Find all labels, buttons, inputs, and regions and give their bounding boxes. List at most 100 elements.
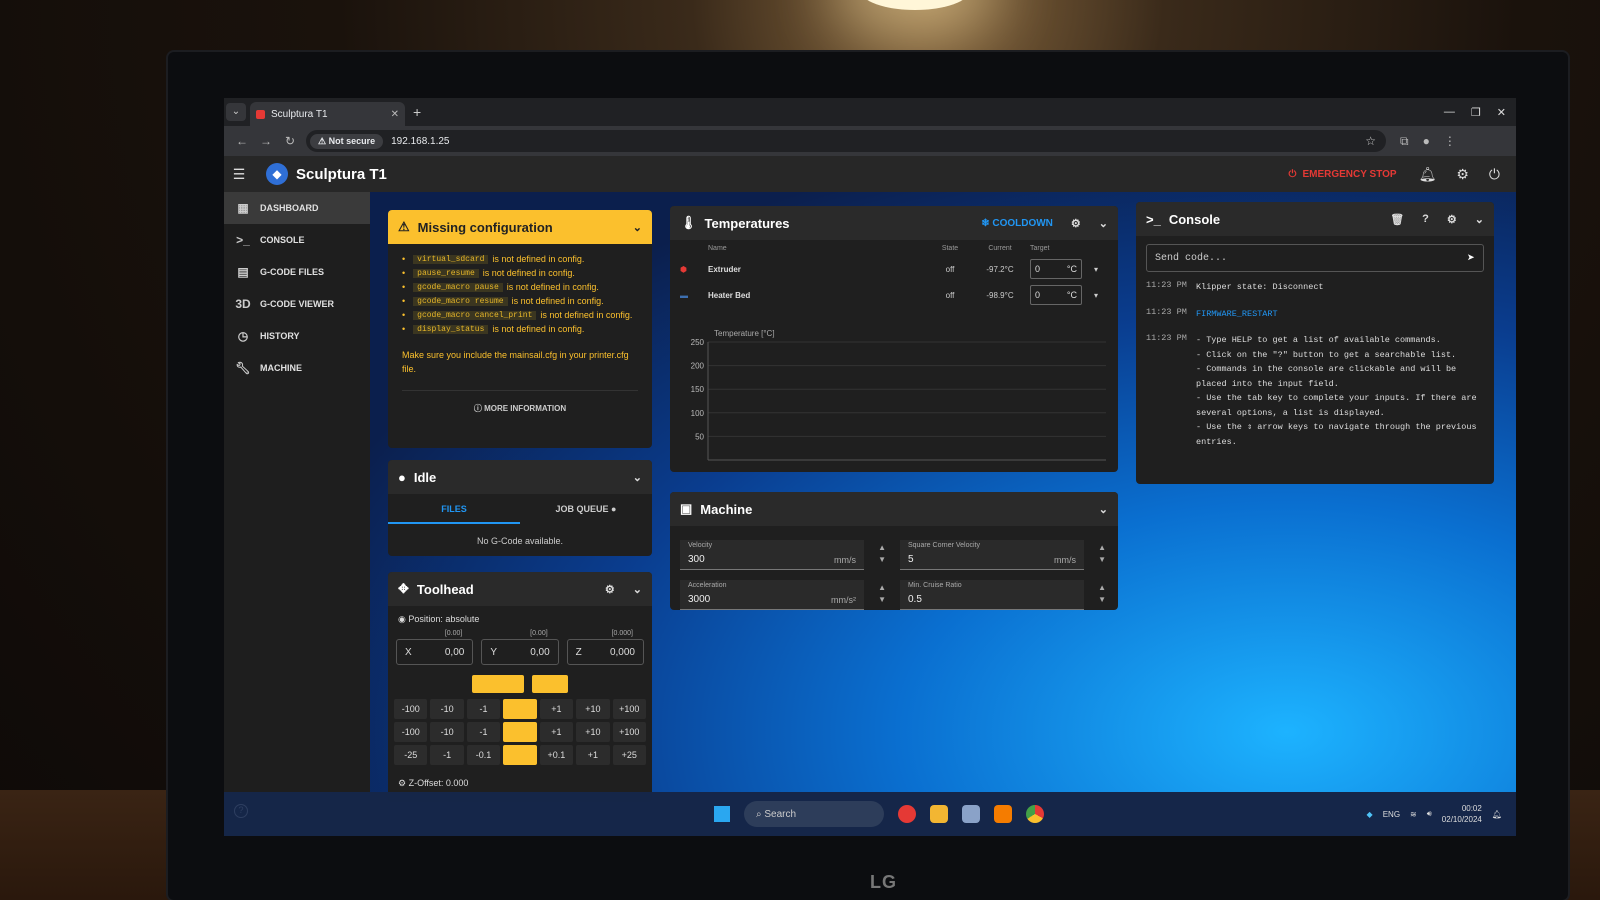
missing-config-header[interactable]: ⚠ Missing configuration ⌄ [388, 210, 652, 244]
settings-gears-icon[interactable]: ⚙ [1456, 166, 1469, 183]
status-header[interactable]: ● Idle ⌄ [388, 460, 652, 494]
tab-files[interactable]: FILES [388, 494, 520, 524]
jog-button[interactable]: +10 [576, 699, 610, 719]
tab-search-icon[interactable]: ⌄ [226, 103, 246, 121]
bookmark-star-icon[interactable]: ☆ [1365, 134, 1376, 148]
collapse-icon[interactable]: ⌄ [633, 221, 642, 234]
jog-button[interactable]: +10 [576, 722, 610, 742]
cooldown-button[interactable]: ❄ COOLDOWN [981, 218, 1053, 229]
new-tab-icon[interactable]: + [413, 104, 421, 120]
stepper-icon[interactable]: ▲ ▼ [1098, 542, 1106, 566]
heater-bed-target-input[interactable]: 0 °C [1030, 285, 1082, 305]
collapse-icon[interactable]: ⌄ [633, 471, 642, 484]
notifications-icon[interactable]: 🔔︎ [1492, 810, 1502, 819]
y-position-field[interactable]: [0.00] Y 0,00 [481, 630, 559, 665]
jog-button[interactable]: +0.1 [539, 745, 574, 765]
temperatures-header[interactable]: 🌡︎ Temperatures ❄ COOLDOWN ⚙ ⌄ [670, 206, 1118, 240]
minimize-icon[interactable]: — [1444, 106, 1455, 119]
jog-button[interactable]: +1 [539, 699, 574, 719]
clear-console-icon[interactable]: 🗑︎ [1390, 213, 1404, 226]
jog-button[interactable]: -1 [466, 699, 501, 719]
home-all-button[interactable] [472, 675, 524, 693]
stepper-icon[interactable]: ▲ ▼ [878, 542, 886, 566]
volume-icon[interactable]: 🔊︎ [1427, 809, 1432, 819]
stepper-icon[interactable]: ▲ ▼ [1098, 582, 1106, 606]
velocity-field[interactable]: Velocity 300 mm/s ▲ ▼ [680, 540, 886, 570]
jog-button[interactable]: +25 [612, 745, 646, 765]
jog-button[interactable]: -25 [394, 745, 428, 765]
close-window-icon[interactable]: ✕ [1497, 106, 1506, 119]
jog-button[interactable]: +1 [576, 745, 610, 765]
back-icon[interactable]: ← [230, 134, 254, 148]
jog-button[interactable]: -100 [394, 722, 428, 742]
not-secure-badge[interactable]: ⚠ Not secure [310, 133, 384, 149]
taskbar-clock[interactable]: 00:02 02/10/2024 [1442, 803, 1482, 825]
sidebar-item-console[interactable]: >_ CONSOLE [224, 224, 370, 256]
menu-icon[interactable]: ☰ [224, 166, 254, 183]
collapse-icon[interactable]: ⌄ [1475, 213, 1484, 226]
browser-menu-icon[interactable]: ⋮ [1444, 134, 1456, 149]
jog-button[interactable]: +100 [612, 722, 646, 742]
console-settings-icon[interactable]: ⚙ [1447, 213, 1457, 226]
machine-header[interactable]: ▣ Machine ⌄ [670, 492, 1118, 526]
notification-bell-icon[interactable]: 🔔︎ [1419, 166, 1437, 183]
home-x-button[interactable] [503, 699, 537, 719]
sidebar-item-gcode-files[interactable]: ▤ G-CODE FILES [224, 256, 370, 288]
console-line[interactable]: 11:23 PM FIRMWARE_RESTART [1136, 307, 1494, 322]
extensions-icon[interactable]: ⧉ [1400, 134, 1409, 149]
profile-icon[interactable]: ● [1423, 134, 1430, 149]
jog-button[interactable]: -1 [466, 722, 501, 742]
toolhead-settings-icon[interactable]: ⚙ [605, 583, 615, 596]
home-y-button[interactable] [503, 722, 537, 742]
media-app-icon[interactable] [898, 805, 916, 823]
forward-icon[interactable]: → [254, 134, 278, 148]
sidebar-item-history[interactable]: ◷ HISTORY [224, 320, 370, 352]
collapse-icon[interactable]: ⌄ [1099, 503, 1108, 516]
language-indicator[interactable]: ENG [1383, 810, 1400, 819]
more-information-button[interactable]: ⓘ MORE INFORMATION [402, 390, 638, 414]
sidebar-item-dashboard[interactable]: ▦ DASHBOARD [224, 192, 370, 224]
square-corner-velocity-field[interactable]: Square Corner Velocity 5 mm/s ▲ ▼ [900, 540, 1106, 570]
position-mode[interactable]: ◉ Position: absolute [388, 606, 652, 629]
jog-button[interactable]: -1 [430, 745, 464, 765]
tray-app-icon[interactable]: ◆ [1367, 810, 1373, 819]
min-cruise-ratio-field[interactable]: Min. Cruise Ratio 0.5 ▲ ▼ [900, 580, 1106, 610]
sidebar-item-gcode-viewer[interactable]: 3D G-CODE VIEWER [224, 288, 370, 320]
jog-button[interactable]: -0.1 [466, 745, 501, 765]
collapse-icon[interactable]: ⌄ [1099, 217, 1108, 230]
preset-dropdown-icon[interactable]: ▾ [1094, 291, 1108, 300]
jog-button[interactable]: +100 [612, 699, 646, 719]
toolhead-header[interactable]: ✥ Toolhead ⚙ ⌄ [388, 572, 652, 606]
extruder-target-input[interactable]: 0 °C [1030, 259, 1082, 279]
x-position-field[interactable]: [0.00] X 0,00 [396, 630, 474, 665]
home-z-button[interactable] [503, 745, 537, 765]
preset-dropdown-icon[interactable]: ▾ [1094, 265, 1108, 274]
jog-button[interactable]: +1 [539, 722, 574, 742]
wifi-icon[interactable]: ≋ [1410, 810, 1417, 819]
file-explorer-icon[interactable] [930, 805, 948, 823]
send-icon[interactable]: ➤ [1467, 251, 1475, 266]
windows-start-icon[interactable] [714, 806, 730, 822]
z-position-field[interactable]: [0.000] Z 0,000 [566, 630, 644, 665]
power-icon[interactable]: ⏻ [1489, 166, 1500, 183]
app-icon[interactable] [994, 805, 1012, 823]
command-list-icon[interactable]: ? [1422, 213, 1429, 225]
browser-tab[interactable]: Sculptura T1 ✕ [250, 102, 405, 126]
tab-job-queue[interactable]: JOB QUEUE ● [520, 504, 652, 514]
chrome-icon[interactable] [1026, 805, 1044, 823]
restore-icon[interactable]: ❐ [1471, 106, 1481, 119]
console-header[interactable]: >_ Console 🗑︎ ? ⚙ ⌄ [1136, 202, 1494, 236]
console-input[interactable]: Send code... ➤ [1146, 244, 1484, 272]
tab-close-icon[interactable]: ✕ [391, 109, 399, 120]
collapse-icon[interactable]: ⌄ [633, 583, 642, 596]
temperatures-settings-icon[interactable]: ⚙ [1071, 217, 1081, 230]
emergency-stop-button[interactable]: ⏻ EMERGENCY STOP [1289, 169, 1397, 180]
jog-button[interactable]: -10 [430, 722, 464, 742]
qgl-button[interactable] [532, 675, 568, 693]
sidebar-item-machine[interactable]: 🔧︎ MACHINE [224, 352, 370, 384]
taskbar-search[interactable]: ⌕ Search [744, 801, 884, 827]
jog-button[interactable]: -10 [430, 699, 464, 719]
settings-app-icon[interactable] [962, 805, 980, 823]
jog-button[interactable]: -100 [394, 699, 428, 719]
stepper-icon[interactable]: ▲ ▼ [878, 582, 886, 606]
